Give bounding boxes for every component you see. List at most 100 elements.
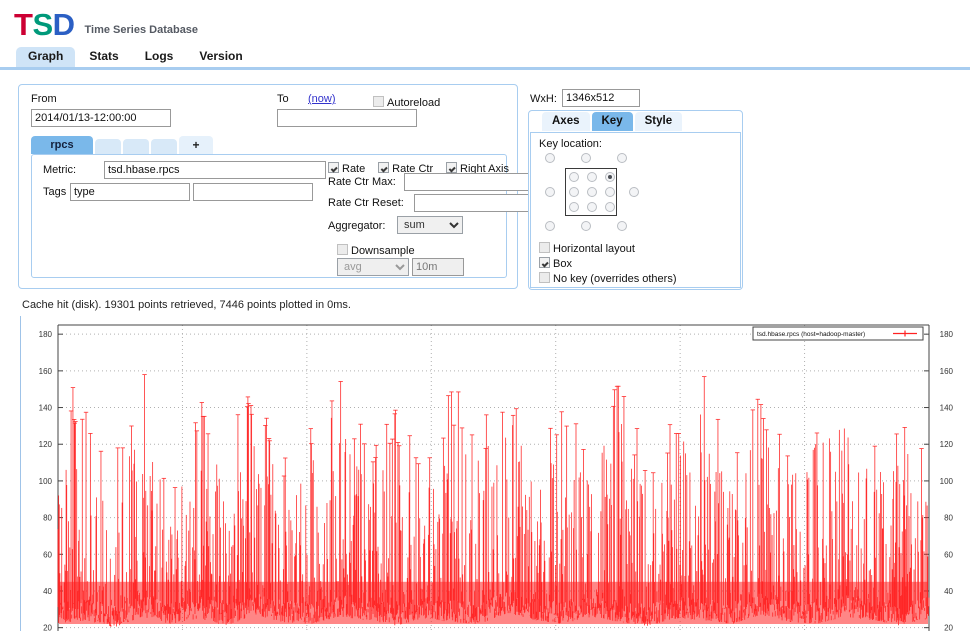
metric-tab-rpcs[interactable]: rpcs — [31, 136, 93, 154]
rate-ctr-checkbox[interactable] — [378, 162, 390, 173]
key-radio-outer-bottom-center[interactable] — [581, 221, 591, 231]
tag-value-input[interactable] — [193, 183, 313, 201]
svg-text:180: 180 — [940, 330, 954, 339]
svg-text:160: 160 — [940, 367, 954, 376]
key-radio-inner-top-center[interactable] — [587, 172, 597, 182]
wxh-label: WxH: — [530, 93, 557, 105]
downsample-interval-input[interactable] — [412, 258, 464, 276]
tab-logs[interactable]: Logs — [132, 47, 186, 67]
key-location-grid — [541, 153, 665, 233]
from-label: From — [31, 93, 57, 105]
downsample-checkbox[interactable] — [337, 244, 348, 255]
tab-stats[interactable]: Stats — [77, 47, 131, 67]
from-input[interactable] — [31, 109, 171, 127]
key-radio-inner-bottom-left[interactable] — [569, 202, 579, 212]
aggregator-label: Aggregator: — [328, 220, 386, 232]
metric-input[interactable] — [104, 161, 326, 179]
app-subtitle: Time Series Database — [84, 24, 199, 36]
metric-label: Metric: — [43, 164, 76, 176]
key-radio-outer-middle-left[interactable] — [545, 187, 555, 197]
key-location-label: Key location: — [539, 138, 602, 150]
autoreload-label: Autoreload — [387, 97, 441, 109]
rate-ctr-reset-input[interactable] — [414, 194, 536, 212]
svg-text:80: 80 — [43, 514, 52, 523]
app-logo: TSD — [14, 9, 75, 40]
svg-text:tsd.hbase.rpcs (host=hadoop-ma: tsd.hbase.rpcs (host=hadoop-master) — [757, 331, 865, 338]
key-radio-inner-top-right[interactable] — [605, 172, 615, 182]
logo-letter-t: T — [14, 7, 33, 42]
rate-ctr-max-label: Rate Ctr Max: — [328, 176, 396, 188]
query-panel: From To (now) Autoreload rpcs + Metric: … — [18, 84, 536, 289]
tab-key[interactable]: Key — [591, 112, 633, 131]
right-axis-checkbox[interactable] — [446, 162, 458, 173]
key-radio-outer-middle-right[interactable] — [629, 187, 639, 197]
tsd-page: TSD Time Series Database Graph Stats Log… — [0, 0, 970, 631]
metric-tab-2[interactable] — [95, 139, 121, 154]
key-radio-outer-bottom-right[interactable] — [617, 221, 627, 231]
key-radio-outer-bottom-left[interactable] — [545, 221, 555, 231]
metric-panel: Metric: Tags Rate Rate Ctr Right Axis Ra… — [31, 154, 536, 278]
svg-text:160: 160 — [39, 367, 53, 376]
tab-graph[interactable]: Graph — [16, 47, 76, 67]
svg-text:180: 180 — [39, 330, 53, 339]
now-link[interactable]: (now) — [308, 93, 336, 105]
key-radio-inner-bottom-right[interactable] — [605, 202, 615, 212]
key-radio-inner-middle-center[interactable] — [587, 187, 597, 197]
no-key-row[interactable]: No key (overrides others) — [539, 269, 677, 287]
tab-version[interactable]: Version — [187, 47, 255, 67]
to-label: To — [277, 93, 289, 105]
svg-text:60: 60 — [944, 550, 953, 559]
svg-text:120: 120 — [39, 440, 53, 449]
key-radio-inner-middle-right[interactable] — [605, 187, 615, 197]
no-key-checkbox[interactable] — [539, 272, 550, 283]
tab-axes[interactable]: Axes — [542, 112, 590, 131]
app-header: TSD Time Series Database — [14, 6, 198, 40]
rate-ctr-reset-label: Rate Ctr Reset: — [328, 197, 404, 209]
svg-text:80: 80 — [944, 514, 953, 523]
key-radio-inner-top-left[interactable] — [569, 172, 579, 182]
metric-tab-3[interactable] — [123, 139, 149, 154]
key-radio-inner-bottom-center[interactable] — [587, 202, 597, 212]
metric-tab-add[interactable]: + — [179, 136, 213, 154]
logo-letter-d: D — [52, 7, 75, 42]
key-radio-outer-top-center[interactable] — [581, 153, 591, 163]
svg-text:100: 100 — [940, 477, 954, 486]
svg-text:120: 120 — [940, 440, 954, 449]
rate-checkbox[interactable] — [328, 162, 339, 173]
to-input[interactable] — [277, 109, 417, 127]
metric-tab-strip: rpcs + — [31, 136, 213, 154]
svg-text:20: 20 — [43, 624, 52, 631]
svg-text:60: 60 — [43, 550, 52, 559]
aggregator-select[interactable]: sum — [397, 216, 463, 234]
svg-text:100: 100 — [39, 477, 53, 486]
autoreload-checkbox-row[interactable]: Autoreload — [373, 93, 440, 111]
svg-text:20: 20 — [944, 624, 953, 631]
graph-container[interactable]: 180 180 160 160 140 140 120 120 100 100 80 80 60 60 40… — [20, 316, 970, 631]
status-text: Cache hit (disk). 19301 points retrieved… — [22, 299, 351, 311]
tab-style[interactable]: Style — [634, 112, 683, 131]
key-radio-outer-top-left[interactable] — [545, 153, 555, 163]
downsample-checkbox-row[interactable]: Downsample — [337, 241, 415, 259]
svg-text:140: 140 — [940, 404, 954, 413]
no-key-label: No key (overrides others) — [553, 273, 677, 285]
logo-letter-s: S — [32, 7, 53, 42]
tag-key-input[interactable] — [70, 183, 190, 201]
box-checkbox[interactable] — [539, 257, 550, 268]
downsample-fn-select[interactable]: avg — [337, 258, 409, 276]
graph-svg: 180 180 160 160 140 140 120 120 100 100 80 80 60 60 40… — [39, 324, 954, 631]
downsample-label: Downsample — [351, 245, 415, 257]
rate-label: Rate — [342, 163, 366, 175]
horizontal-layout-checkbox[interactable] — [539, 242, 550, 253]
key-radio-inner-middle-left[interactable] — [569, 187, 579, 197]
options-tab-strip: Axes Key Style — [542, 112, 683, 131]
key-radio-outer-top-right[interactable] — [617, 153, 627, 163]
svg-text:40: 40 — [43, 587, 52, 596]
metric-tab-4[interactable] — [151, 139, 177, 154]
svg-text:140: 140 — [39, 404, 53, 413]
autoreload-checkbox[interactable] — [373, 96, 384, 107]
svg-text:40: 40 — [944, 587, 953, 596]
rate-ctr-max-input[interactable] — [404, 173, 536, 191]
key-options-panel: Key location: Horizontal layout Box No k… — [530, 132, 741, 288]
tags-label: Tags — [43, 186, 67, 198]
wxh-input[interactable] — [562, 89, 640, 107]
